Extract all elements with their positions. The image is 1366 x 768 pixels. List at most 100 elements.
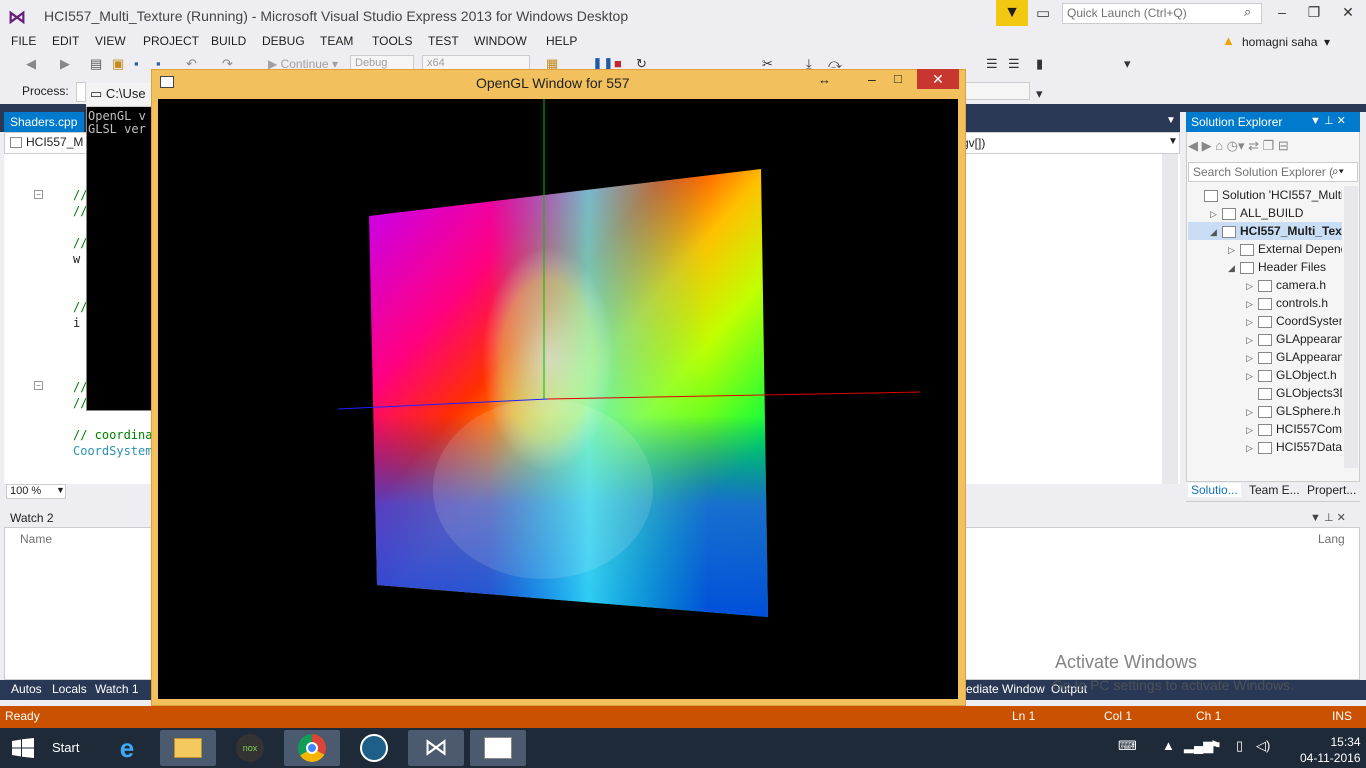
menu-help[interactable]: HELP (546, 34, 577, 48)
menu-window[interactable]: WINDOW (474, 34, 527, 48)
opengl-viewport[interactable] (158, 99, 958, 699)
chevron-down-icon[interactable]: ▼ (1168, 136, 1178, 147)
close-icon[interactable]: ✕ (917, 69, 959, 89)
feedback-icon[interactable]: ▭ (1036, 4, 1050, 22)
menu-project[interactable]: PROJECT (143, 34, 199, 48)
menu-tools[interactable]: TOOLS (372, 34, 412, 48)
clock[interactable]: 15:34 04-11-2016 (1300, 734, 1361, 766)
search-icon[interactable]: ⌕▾ (1332, 164, 1344, 179)
maximize-icon[interactable]: □ (894, 71, 902, 86)
menu-team[interactable]: TEAM (320, 34, 353, 48)
tree-scrollbar[interactable] (1344, 186, 1358, 468)
tree-item[interactable]: ▷ camera.h (1188, 276, 1342, 294)
tab-solution-explorer[interactable]: Solutio... (1188, 483, 1241, 497)
app-icon[interactable] (346, 730, 402, 766)
toolbar-options-icon[interactable]: ▾ (1124, 56, 1131, 72)
tree-item[interactable]: ◢ HCI557_Multi_Text (1188, 222, 1342, 240)
tab-watch-1[interactable]: Watch 1 (95, 682, 139, 696)
chrome-icon[interactable] (284, 730, 340, 766)
expand-arrow-icon[interactable]: ▷ (1210, 205, 1222, 223)
expand-arrow-icon[interactable]: ▷ (1246, 277, 1258, 295)
collapse-icon[interactable]: − (34, 381, 43, 390)
tree-item[interactable]: ▷ GLObject.h (1188, 366, 1342, 384)
chevron-down-icon[interactable]: ▾ (1324, 35, 1330, 49)
resize-icon[interactable]: ↔ (818, 72, 831, 87)
collapse-icon[interactable]: − (34, 190, 43, 199)
volume-icon[interactable]: ◁) (1256, 738, 1270, 754)
file-explorer-icon[interactable] (160, 730, 216, 766)
tab-shaders-cpp[interactable]: Shaders.cpp (4, 112, 84, 132)
menu-file[interactable]: FILE (11, 34, 36, 48)
user-name[interactable]: homagni saha (1242, 35, 1317, 49)
solution-explorer-toolbar[interactable]: ◀ ▶ ⌂ ◷▾ ⇄ ❐ ⊟ (1188, 138, 1289, 154)
tree-item[interactable]: ▷ CoordSystem (1188, 312, 1342, 330)
document-icon[interactable] (470, 730, 526, 766)
internet-explorer-icon[interactable]: e (100, 730, 154, 766)
tree-item[interactable]: Solution 'HCI557_Multi (1188, 186, 1342, 204)
close-icon[interactable]: ✕ (1336, 4, 1360, 21)
network-icon[interactable]: ▂▄▆ (1184, 738, 1213, 754)
panel-options-icon[interactable]: ▼ ⊥ ✕ (1310, 511, 1346, 524)
tree-item[interactable]: ▷ HCI557Comr (1188, 420, 1342, 438)
indent-icon[interactable]: ☰ (1008, 56, 1020, 72)
minimize-icon[interactable]: – (1270, 4, 1294, 20)
panel-options-icon[interactable]: ▼ ⊥ ✕ (1310, 114, 1346, 127)
tab-autos[interactable]: Autos (11, 682, 42, 696)
process-select[interactable] (76, 82, 86, 102)
search-icon[interactable]: ⌕ (1244, 4, 1251, 20)
expand-arrow-icon[interactable]: ▷ (1246, 331, 1258, 349)
battery-icon[interactable]: ▯ (1236, 738, 1243, 754)
back-icon[interactable]: ◀ (26, 56, 36, 72)
tree-item[interactable]: ▷ controls.h (1188, 294, 1342, 312)
flag-icon[interactable]: ⚑ (1210, 738, 1222, 754)
menu-edit[interactable]: EDIT (52, 34, 79, 48)
tab-properties[interactable]: Propert... (1307, 483, 1356, 497)
vertical-scrollbar[interactable] (1162, 154, 1178, 484)
expand-arrow-icon[interactable]: ▷ (1246, 349, 1258, 367)
tree-item[interactable]: ◢ Header Files (1188, 258, 1342, 276)
expand-arrow-icon[interactable]: ▷ (1246, 421, 1258, 439)
watch-lang-column[interactable]: Lang (1318, 532, 1345, 546)
tab-team-explorer[interactable]: Team E... (1249, 483, 1300, 497)
menu-debug[interactable]: DEBUG (262, 34, 305, 48)
options-icon[interactable]: ▾ (1036, 86, 1043, 102)
expand-arrow-icon[interactable]: ▷ (1246, 403, 1258, 421)
show-hidden-icons-icon[interactable]: ▲ (1162, 738, 1175, 753)
nox-icon[interactable]: nox (222, 730, 278, 766)
tree-item[interactable]: ▷ GLSphere.h (1188, 402, 1342, 420)
tree-item[interactable]: ▷ GLAppearanc (1188, 330, 1342, 348)
tree-item[interactable]: ▷ HCI557Dataty (1188, 438, 1342, 456)
chevron-down-icon[interactable]: ▼ (56, 485, 65, 495)
tree-item[interactable]: ▷ External Depend (1188, 240, 1342, 258)
open-icon[interactable]: ▣ (112, 56, 124, 72)
expand-arrow-icon[interactable]: ▷ (1246, 367, 1258, 385)
expand-arrow-icon[interactable]: ▷ (1246, 439, 1258, 457)
tab-immediate-window[interactable]: ediate Window (966, 682, 1045, 696)
stack-frame-select[interactable] (960, 82, 1030, 100)
project-dropdown[interactable]: HCI557_M (10, 135, 83, 149)
menu-test[interactable]: TEST (428, 34, 459, 48)
outdent-icon[interactable]: ☰ (986, 56, 998, 72)
tree-item[interactable]: ▷ ALL_BUILD (1188, 204, 1342, 222)
expand-arrow-icon[interactable]: ▷ (1246, 295, 1258, 313)
chevron-down-icon[interactable]: ▼ (1166, 115, 1176, 126)
window-icon[interactable] (160, 76, 174, 88)
bookmark-icon[interactable]: ▮ (1036, 56, 1043, 72)
menu-view[interactable]: VIEW (95, 34, 126, 48)
tree-item[interactable]: GLObjects3D (1188, 384, 1342, 402)
menu-build[interactable]: BUILD (211, 34, 246, 48)
maximize-icon[interactable]: ❐ (1302, 4, 1326, 21)
save-icon[interactable]: ▪ (134, 56, 139, 71)
minimize-icon[interactable]: – (868, 71, 876, 87)
new-project-icon[interactable]: ▤ (90, 56, 102, 72)
start-button[interactable]: Start (52, 740, 79, 755)
windows-start-icon[interactable] (12, 738, 34, 758)
expand-arrow-icon[interactable]: ▷ (1228, 241, 1240, 259)
collapse-arrow-icon[interactable]: ◢ (1210, 223, 1222, 241)
watch-name-column[interactable]: Name (20, 532, 52, 546)
keyboard-icon[interactable]: ⌨ (1118, 738, 1137, 754)
tab-locals[interactable]: Locals (52, 682, 87, 696)
forward-icon[interactable]: ▶ (60, 56, 70, 72)
filter-icon[interactable]: ▼ (996, 0, 1028, 26)
visual-studio-icon[interactable]: ⋈ (408, 730, 464, 766)
